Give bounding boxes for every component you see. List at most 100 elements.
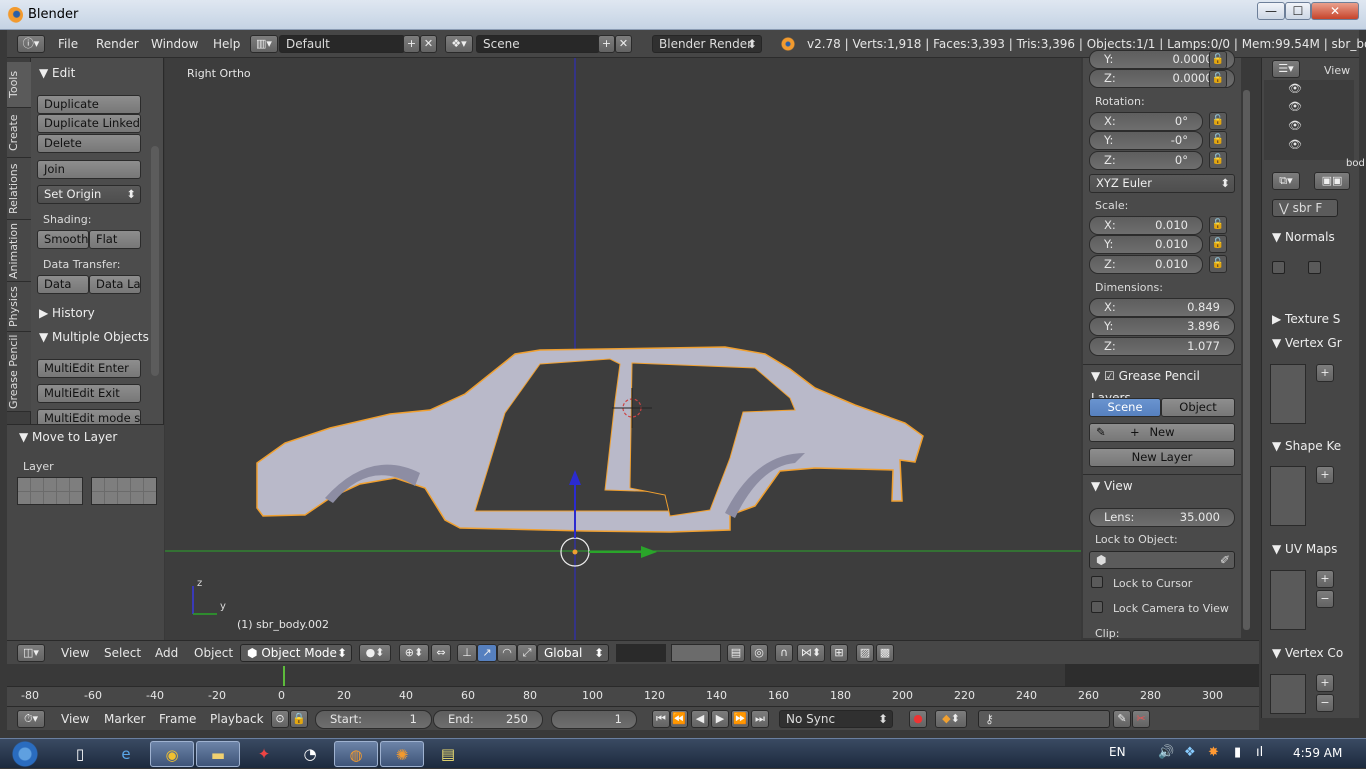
gp-new-layer-button[interactable]: New Layer	[1089, 448, 1235, 467]
scale-x-field[interactable]: X: 0.010	[1089, 216, 1203, 235]
interaction-mode-select[interactable]: ⬢ Object Mode ⬍	[240, 644, 352, 662]
start-button-icon[interactable]	[6, 739, 44, 769]
layer-grid-left[interactable]	[17, 477, 83, 505]
smooth-button[interactable]: Smooth	[37, 230, 89, 249]
scene-layers-grid-left[interactable]	[616, 644, 666, 662]
snap-magnet-icon[interactable]: ∩	[775, 644, 793, 662]
panel-vertex-groups-header[interactable]: ▼ Vertex Gr	[1272, 332, 1366, 354]
menu-help[interactable]: Help	[213, 37, 240, 51]
lock-icon[interactable]: 🔓	[1209, 255, 1227, 273]
remove-uv-map-icon[interactable]: −	[1316, 590, 1334, 608]
vertex-groups-list[interactable]	[1270, 364, 1306, 424]
lock-to-cursor-checkbox[interactable]	[1091, 576, 1103, 588]
jump-start-icon[interactable]: ⏮	[652, 710, 670, 728]
snap-element-icon[interactable]: ⋈⬍	[797, 644, 825, 662]
minimize-button[interactable]: —	[1257, 2, 1285, 20]
scene-icon[interactable]: ❖▾	[445, 35, 473, 53]
menu-file[interactable]: File	[58, 37, 78, 51]
jump-end-icon[interactable]: ⏭	[751, 710, 769, 728]
visibility-eye-icon[interactable]: 👁	[1288, 138, 1302, 151]
snap-target-icon[interactable]: ⊞	[830, 644, 848, 662]
menu-select[interactable]: Select	[104, 646, 141, 660]
panel-uv-maps-header[interactable]: ▼ UV Maps	[1272, 538, 1366, 560]
record-icon[interactable]: ●	[909, 710, 927, 728]
translate-manipulator-icon[interactable]: ↗	[477, 644, 497, 662]
3d-viewport[interactable]: Right Ortho z y (1) sbr_body.002	[165, 58, 1081, 640]
render-engine-select[interactable]: Blender Render ⬍	[652, 35, 762, 53]
duplicate-button[interactable]: Duplicate	[37, 95, 141, 114]
data-transfer-button[interactable]: Data	[37, 275, 89, 294]
menu-object[interactable]: Object	[194, 646, 233, 660]
gp-object-button[interactable]: Object	[1161, 398, 1235, 417]
play-reverse-icon[interactable]: ◀	[691, 710, 709, 728]
taskbar-clock-app-icon[interactable]: ◔	[288, 741, 332, 767]
panel-texture-space-header[interactable]: ▶ Texture S	[1272, 308, 1366, 330]
add-shape-key-icon[interactable]: +	[1316, 466, 1334, 484]
remove-scene-icon[interactable]: ✕	[615, 35, 632, 53]
visibility-eye-icon[interactable]: 👁	[1288, 100, 1302, 113]
keying-set-icon[interactable]: ◆⬍	[935, 710, 967, 728]
jump-keyframe-forward-icon[interactable]: ⏩	[731, 710, 749, 728]
menu-window[interactable]: Window	[151, 37, 198, 51]
opengl-render-animation-icon[interactable]: ▩	[876, 644, 894, 662]
dimension-y-field[interactable]: Y: 3.896	[1089, 317, 1235, 336]
visibility-eye-icon[interactable]: 👁	[1288, 119, 1302, 132]
current-frame-cursor[interactable]	[283, 666, 285, 686]
manipulator-toggle-icon[interactable]: ⇔	[431, 644, 451, 662]
tab-create[interactable]: Create	[7, 108, 31, 158]
menu-view[interactable]: View	[61, 646, 89, 660]
maximize-button[interactable]: ☐	[1285, 2, 1311, 20]
timeline-area[interactable]: -80 -60 -40 -20 0 20 40 60 80 100 120 14…	[7, 664, 1259, 706]
menu-marker[interactable]: Marker	[104, 712, 145, 726]
transform-orientation-select[interactable]: Global ⬍	[537, 644, 609, 662]
proportional-edit-icon[interactable]: ◎	[750, 644, 768, 662]
taskbar-ie-icon[interactable]: e	[104, 741, 148, 767]
lock-icon[interactable]: 🔓	[1209, 216, 1227, 234]
manipulator-axes-icon[interactable]: ⊥	[457, 644, 477, 662]
rotate-manipulator-icon[interactable]: ◠	[497, 644, 517, 662]
rotation-y-field[interactable]: Y: -0°	[1089, 131, 1203, 150]
visibility-eye-icon[interactable]: 👁	[1288, 82, 1302, 95]
menu-render[interactable]: Render	[96, 37, 139, 51]
scale-y-field[interactable]: Y: 0.010	[1089, 235, 1203, 254]
lock-icon[interactable]: 🔓	[1209, 131, 1227, 149]
gp-scene-button[interactable]: Scene	[1089, 398, 1161, 417]
remove-layout-icon[interactable]: ✕	[420, 35, 437, 53]
lock-object-field[interactable]: ⬢ ✐	[1089, 551, 1235, 569]
rotation-x-field[interactable]: X: 0°	[1089, 112, 1203, 131]
pivot-point-icon[interactable]: ⊕⬍	[399, 644, 429, 662]
shape-keys-list[interactable]	[1270, 466, 1306, 526]
outliner-view-menu[interactable]: View	[1324, 64, 1350, 77]
panel-move-to-layer-header[interactable]: ▼ Move to Layer	[19, 426, 139, 448]
close-button[interactable]: ✕	[1311, 2, 1359, 20]
panel-normals-header[interactable]: ▼ Normals	[1272, 226, 1366, 248]
clock[interactable]: 4:59 AM	[1293, 746, 1342, 760]
editor-type-3d-icon[interactable]: ◫▾	[17, 644, 45, 662]
add-layout-icon[interactable]: +	[403, 35, 420, 53]
tab-tools[interactable]: Tools	[7, 62, 31, 108]
editor-type-timeline-icon[interactable]: ⏱▾	[17, 710, 45, 728]
scale-z-field[interactable]: Z: 0.010	[1089, 255, 1203, 274]
sync-mode-select[interactable]: No Sync ⬍	[779, 710, 893, 728]
dimension-x-field[interactable]: X: 0.849	[1089, 298, 1235, 317]
lock-icon[interactable]: 🔓	[1209, 51, 1227, 69]
volume-icon[interactable]: 🔊	[1158, 745, 1174, 760]
set-origin-select[interactable]: Set Origin ⬍	[37, 185, 141, 204]
duplicate-linked-button[interactable]: Duplicate Linked	[37, 114, 141, 133]
layer-grid-right[interactable]	[91, 477, 157, 505]
remove-vertex-color-icon[interactable]: −	[1316, 694, 1334, 712]
tool-shelf-scrollbar[interactable]	[151, 146, 159, 376]
start-frame-field[interactable]: Start: 1	[315, 710, 432, 729]
taskbar-pin-icon[interactable]: ✦	[242, 741, 286, 767]
properties-scrollbar[interactable]	[1243, 90, 1250, 630]
panel-shape-keys-header[interactable]: ▼ Shape Ke	[1272, 435, 1366, 457]
outliner-editor-icon[interactable]: ☰▾	[1272, 60, 1300, 78]
taskbar-file-icon[interactable]: ▯	[58, 741, 102, 767]
uv-maps-list[interactable]	[1270, 570, 1306, 630]
scene-field[interactable]: Scene	[476, 35, 600, 53]
lock-icon[interactable]: 🔓	[1209, 70, 1227, 88]
double-sided-checkbox[interactable]	[1308, 261, 1321, 274]
auto-smooth-checkbox[interactable]	[1272, 261, 1285, 274]
viewport-shading-icon[interactable]: ●⬍	[359, 644, 391, 662]
add-vertex-color-icon[interactable]: +	[1316, 674, 1334, 692]
